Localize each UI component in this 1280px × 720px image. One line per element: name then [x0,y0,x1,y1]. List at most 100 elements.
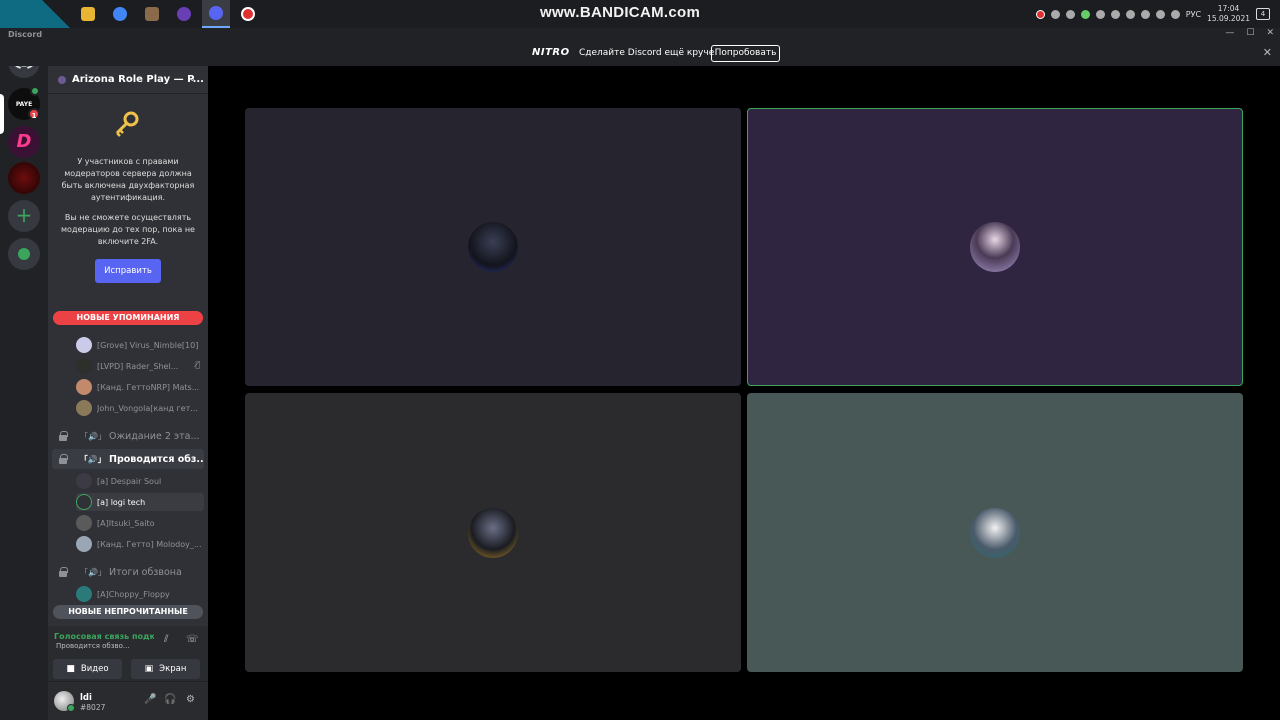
window-title: Discord [8,30,43,39]
screen-share-button[interactable]: ▣ Экран [131,659,200,679]
voice-status[interactable]: Голосовая связь подключена [54,632,154,641]
voice-user[interactable]: [A]Choppy_Floppy [76,585,204,603]
system-tray: РУС 17:04 15.09.2021 4 [1035,0,1280,28]
voice-user-name: [A]Choppy_Floppy [97,589,170,599]
user-panel: ldi #8027 🎤 🎧 ⚙ [48,682,208,720]
guild-icon [58,76,66,84]
bandicam-watermark: www.BANDICAM.com [540,4,701,21]
taskbar-app-icon[interactable] [170,0,198,28]
new-mentions-banner[interactable]: НОВЫЕ УПОМИНАНИЯ [53,311,203,325]
start-button[interactable] [0,0,70,28]
tray-icon[interactable] [1050,9,1060,19]
tray-icon[interactable] [1110,9,1120,19]
voice-user[interactable]: [Канд. ГеттоNRP] Mats... [76,378,204,396]
voice-video-grid [208,66,1280,720]
explore-servers-button[interactable] [8,238,40,270]
voice-user[interactable]: [Канд. Гетто] Molodoy_... [76,535,204,553]
taskbar-chrome-icon[interactable] [106,0,134,28]
wifi-tray-icon[interactable] [1155,9,1165,19]
voice-user-name: [A]Itsuki_Saito [97,518,155,528]
screen-label: Экран [159,664,187,674]
voice-user[interactable]: [A]Itsuki_Saito [76,514,204,532]
participant-tile[interactable] [245,108,741,386]
key-icon [115,111,139,137]
voice-user-name: [Канд. ГеттоNRP] Mats... [97,382,200,392]
participant-tile[interactable] [747,393,1243,672]
avatar [76,379,92,395]
close-icon[interactable]: ✕ [1266,28,1274,38]
taskbar-record-icon[interactable] [234,0,262,28]
chevron-down-icon: ⌄ [188,74,196,84]
screen-share-icon: ▣ [144,664,154,674]
voice-channel-wait2[interactable]: 「🔊」 Ожидание 2 эта... [52,426,204,446]
user-avatar[interactable] [54,691,75,712]
avatar [76,473,92,489]
avatar [76,400,92,416]
minimize-icon[interactable]: — [1225,28,1234,38]
guild-name: Arizona Role Play — P... [72,74,204,85]
participant-tile[interactable] [245,393,741,672]
voice-user[interactable]: [LVPD] Rader_Shel... 🎙̸ [76,357,204,375]
user-name: ldi [80,693,92,703]
record-tray-icon[interactable] [1035,9,1045,19]
voice-channel-results[interactable]: 「🔊」 Итоги обзвона [52,562,204,582]
twofa-text-required: У участников с правами модераторов серве… [61,157,195,202]
speaker-icon: 「🔊」 [79,454,106,464]
taskbar-discord-icon[interactable] [202,0,230,28]
taskbar-app-icon[interactable] [138,0,166,28]
server-red[interactable] [8,162,40,194]
voice-user-self[interactable]: [a] logi tech [76,493,204,511]
nvidia-tray-icon[interactable] [1080,9,1090,19]
fix-2fa-button[interactable]: Исправить [95,259,161,283]
video-button[interactable]: ■ Видео [53,659,122,679]
twofa-notice: У участников с правами модераторов серве… [48,94,208,304]
channel-name: 「🔊」 Итоги обзвона [80,567,182,578]
voice-user-name: [Канд. Гетто] Molodoy_... [97,539,202,549]
channel-name-text: Проводится обз... [109,453,204,465]
channel-name-text: Ожидание 2 эта... [109,430,200,442]
guild-header[interactable]: Arizona Role Play — P... ⌄ [48,66,208,94]
user-tag: #8027 [80,703,106,712]
participant-avatar [970,222,1020,272]
voice-channel-link[interactable]: Проводится обзво... [56,642,130,650]
new-unread-banner[interactable]: НОВЫЕ НЕПРОЧИТАННЫЕ [53,605,203,619]
server-paye[interactable]: PAYE 1 [8,86,40,120]
server-d[interactable]: D [8,126,40,158]
notification-center-icon[interactable]: 4 [1256,8,1270,20]
voice-channel-current[interactable]: 「🔊」 Проводится обз... [52,449,204,469]
participant-avatar [468,222,518,272]
nitro-message: Сделайте Discord ещё круче! [579,48,718,58]
volume-tray-icon[interactable] [1170,9,1180,19]
language-indicator[interactable]: РУС [1186,10,1201,19]
voice-user[interactable]: [a] Despair Soul [76,472,204,490]
voice-user-name: [a] logi tech [97,497,146,507]
disconnect-icon[interactable]: ☏ [186,634,199,645]
microphone-tray-icon[interactable] [1125,9,1135,19]
nitro-try-button[interactable]: Попробовать [711,45,780,62]
tray-icon[interactable] [1065,9,1075,19]
maximize-icon[interactable]: ☐ [1246,28,1254,38]
avatar [76,536,92,552]
speaker-icon: 「🔊」 [80,567,106,577]
network-tray-icon[interactable] [1140,9,1150,19]
voice-user[interactable]: John_Vongola[канд гет... [76,399,204,417]
lock-icon [58,431,68,441]
participant-tile-speaking[interactable] [747,108,1243,386]
voice-user-name: John_Vongola[канд гет... [97,403,198,413]
screen: www.BANDICAM.com РУС 17:04 15.09.2021 4 … [0,0,1280,720]
settings-gear-icon[interactable]: ⚙ [186,694,195,705]
avatar [76,586,92,602]
nitro-logo: NITRO [532,47,570,58]
clock[interactable]: 17:04 15.09.2021 [1207,4,1250,24]
taskbar-explorer-icon[interactable] [74,0,102,28]
camera-icon: ■ [66,664,75,674]
clock-time: 17:04 [1217,4,1240,13]
headphones-icon[interactable]: 🎧 [164,694,176,705]
add-server-button[interactable]: + [8,200,40,232]
microphone-icon[interactable]: 🎤 [144,694,156,705]
noise-suppression-icon[interactable]: ⫽ [164,634,168,645]
mention-badge: 1 [28,108,40,120]
voice-user[interactable]: [Grove] Virus_Nimble[10] [76,336,204,354]
close-banner-icon[interactable]: ✕ [1263,46,1272,59]
tray-icon[interactable] [1095,9,1105,19]
